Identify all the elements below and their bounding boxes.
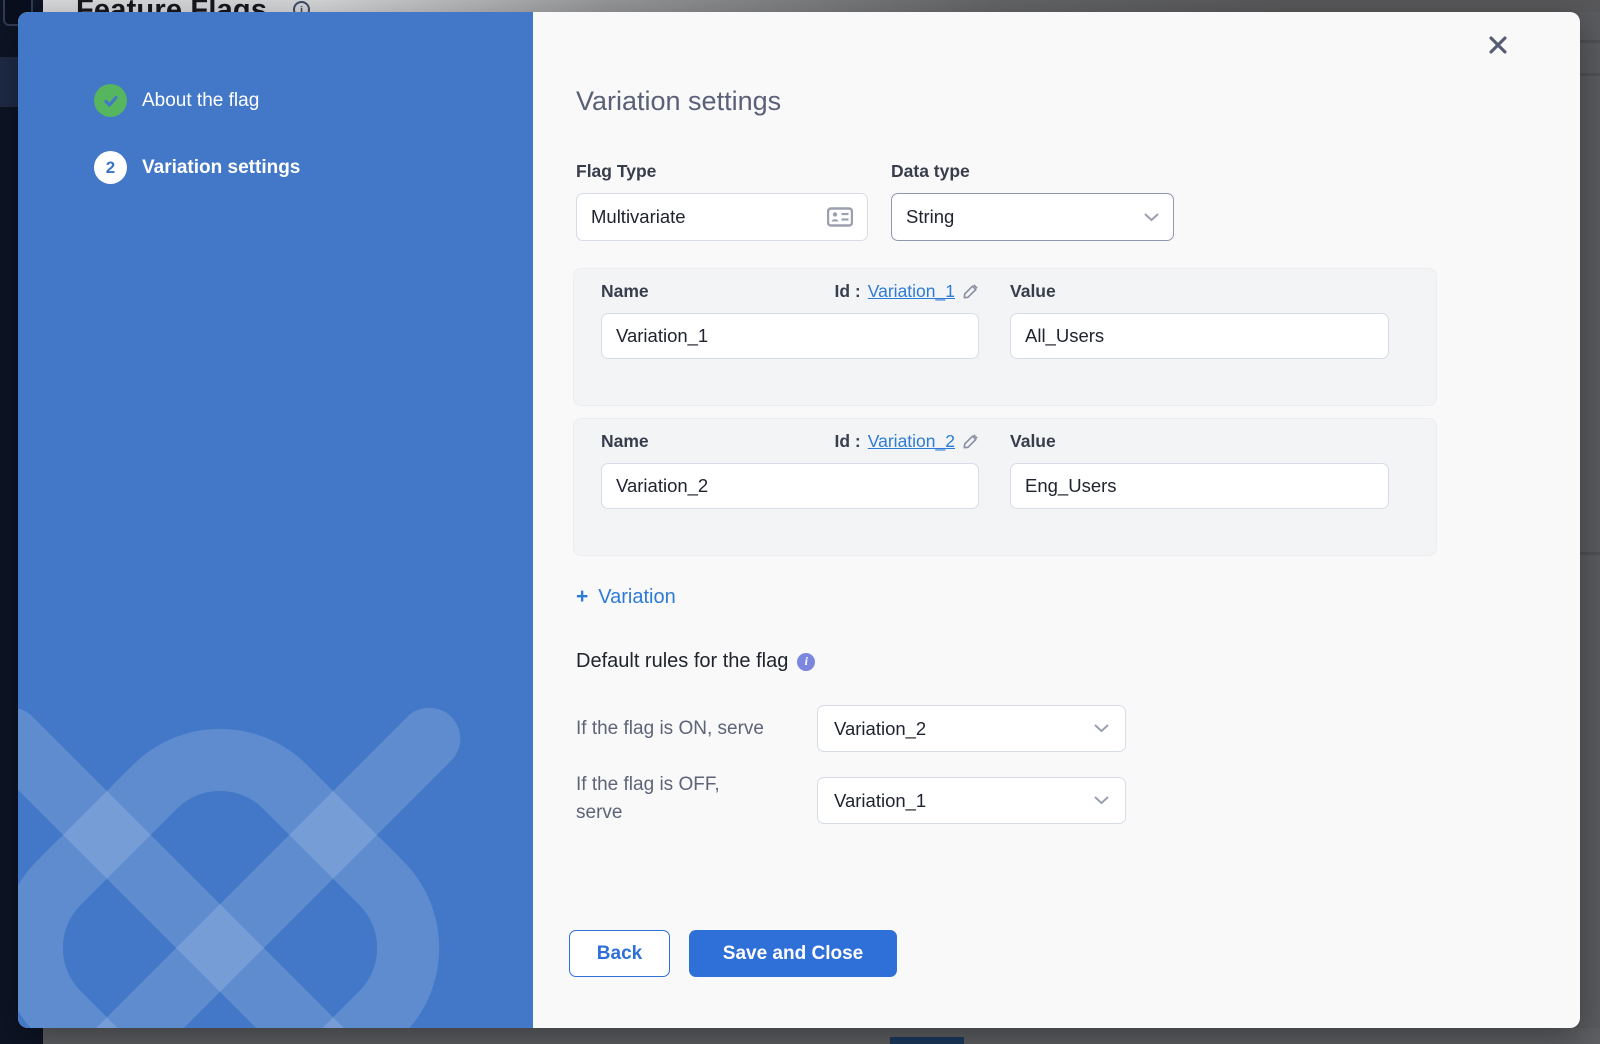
background-content-line xyxy=(1580,73,1600,76)
step-label: Variation settings xyxy=(142,157,300,179)
data-type-value: String xyxy=(906,206,954,228)
wizard-step-variation-settings[interactable]: 2 Variation settings xyxy=(94,151,300,184)
variation-id-prefix: Id : xyxy=(835,281,861,302)
rule-off-label: If the flag is OFF, serve xyxy=(576,771,821,827)
flag-type-label: Flag Type xyxy=(576,161,656,182)
flag-type-field[interactable]: Multivariate xyxy=(576,193,868,241)
data-type-select[interactable]: String xyxy=(891,193,1174,241)
variation-name-label: Name xyxy=(601,281,649,302)
variation-name-input[interactable] xyxy=(601,463,979,509)
background-content-line xyxy=(1580,552,1600,555)
variation-settings-modal: About the flag 2 Variation settings Vari… xyxy=(18,12,1580,1028)
add-variation-label: Variation xyxy=(598,586,675,609)
background-overlay-bottom xyxy=(43,1028,1600,1044)
rule-off-label-line2: serve xyxy=(576,802,622,823)
step-number-badge: 2 xyxy=(94,151,127,184)
plus-icon: + xyxy=(576,585,588,609)
variation-id-prefix: Id : xyxy=(835,431,861,452)
back-button[interactable]: Back xyxy=(569,930,670,977)
data-type-label: Data type xyxy=(891,161,970,182)
variation-id-link[interactable]: Variation_1 xyxy=(868,281,955,302)
edit-icon[interactable] xyxy=(962,433,979,450)
close-button[interactable] xyxy=(1482,29,1514,61)
default-rules-heading-text: Default rules for the flag xyxy=(576,650,788,673)
variation-value-input[interactable] xyxy=(1010,463,1389,509)
rule-off-value: Variation_1 xyxy=(834,790,926,812)
rule-on-value: Variation_2 xyxy=(834,718,926,740)
variation-id-link[interactable]: Variation_2 xyxy=(868,431,955,452)
chevron-down-icon xyxy=(1144,213,1159,222)
info-icon[interactable]: i xyxy=(797,653,815,671)
variation-value-label: Value xyxy=(1010,431,1056,452)
contact-card-icon xyxy=(827,207,853,227)
variation-value-input[interactable] xyxy=(1010,313,1389,359)
background-overlay-right xyxy=(1580,12,1600,1028)
add-variation-button[interactable]: + Variation xyxy=(576,585,676,609)
rule-on-select[interactable]: Variation_2 xyxy=(817,705,1126,752)
panel-title: Variation settings xyxy=(576,86,781,117)
background-dimmed-button xyxy=(890,1037,964,1044)
variation-card-2: Name Id : Variation_2 Value xyxy=(573,418,1437,556)
background-content-line xyxy=(1580,40,1600,43)
default-rules-heading: Default rules for the flag i xyxy=(576,650,815,673)
chevron-down-icon xyxy=(1094,724,1109,733)
save-and-close-button[interactable]: Save and Close xyxy=(689,930,897,977)
step-label: About the flag xyxy=(142,90,259,112)
variation-name-input[interactable] xyxy=(601,313,979,359)
rule-on-label: If the flag is ON, serve xyxy=(576,715,821,743)
wizard-step-sidebar: About the flag 2 Variation settings xyxy=(18,12,533,1028)
logo-watermark-icon xyxy=(18,618,518,1028)
edit-icon[interactable] xyxy=(962,283,979,300)
flag-type-value: Multivariate xyxy=(591,206,686,228)
variation-value-label: Value xyxy=(1010,281,1056,302)
check-icon xyxy=(102,92,120,110)
wizard-step-about-the-flag[interactable]: About the flag xyxy=(94,84,259,117)
step-complete-badge xyxy=(94,84,127,117)
variation-name-label: Name xyxy=(601,431,649,452)
rule-off-label-line1: If the flag is OFF, xyxy=(576,774,720,795)
close-icon xyxy=(1486,33,1510,57)
chevron-down-icon xyxy=(1094,796,1109,805)
rule-off-select[interactable]: Variation_1 xyxy=(817,777,1126,824)
variation-card-1: Name Id : Variation_1 Value xyxy=(573,268,1437,406)
